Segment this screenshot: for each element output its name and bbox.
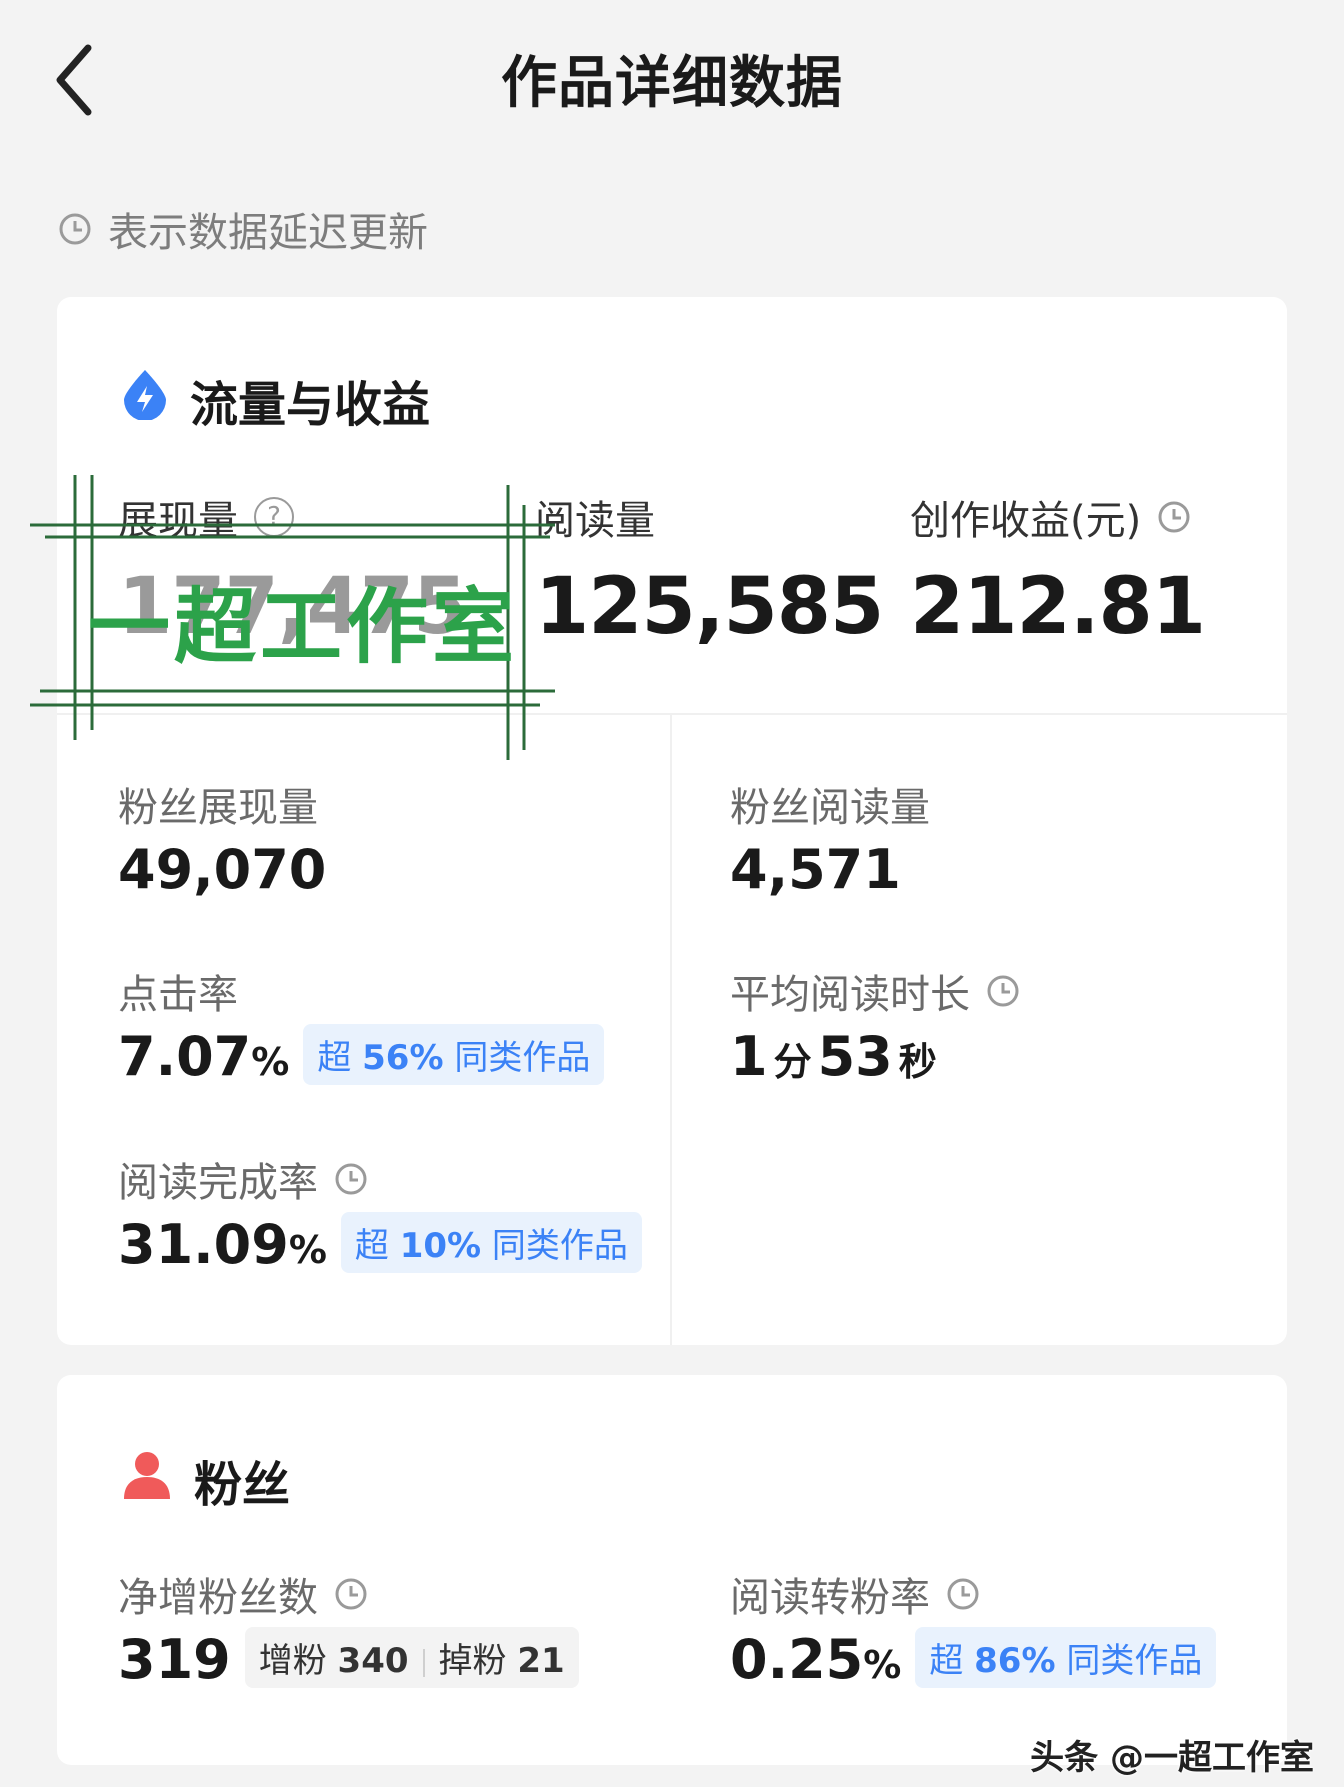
conversion-label: 阅读转粉率 <box>730 1565 980 1623</box>
question-circle-icon[interactable]: ? <box>254 497 294 537</box>
ctr-rank-badge: 超 56% 同类作品 <box>303 1024 605 1085</box>
conversion-rank-badge: 超 86% 同类作品 <box>915 1627 1217 1688</box>
revenue-label: 创作收益(元) <box>910 488 1191 546</box>
fan-reads-value: 4,571 <box>730 838 901 901</box>
gain-loss-badge: 增粉 340 掉粉 21 <box>244 1627 579 1688</box>
revenue-value: 212.81 <box>910 562 1206 652</box>
clock-icon <box>58 212 92 246</box>
delay-notice: 表示数据延迟更新 <box>58 200 428 258</box>
net-gain-value: 319 增粉 340 掉粉 21 <box>118 1627 579 1694</box>
clock-icon <box>946 1577 980 1611</box>
delay-notice-text: 表示数据延迟更新 <box>108 210 428 256</box>
completion-value: 31.09% 超 10% 同类作品 <box>118 1212 642 1279</box>
fan-impressions-label: 粉丝展现量 <box>118 785 318 831</box>
traffic-section-title: 流量与收益 <box>120 365 430 435</box>
clock-icon <box>334 1162 368 1196</box>
fans-section-title: 粉丝 <box>120 1445 290 1515</box>
page-title: 作品详细数据 <box>501 51 843 116</box>
reads-value: 125,585 <box>535 562 884 652</box>
avg-time-label: 平均阅读时长 <box>730 962 1020 1020</box>
person-icon <box>120 1447 174 1513</box>
completion-rank-badge: 超 10% 同类作品 <box>340 1212 642 1273</box>
fan-reads-label: 粉丝阅读量 <box>730 785 930 831</box>
clock-icon <box>1157 500 1191 534</box>
clock-icon <box>334 1577 368 1611</box>
fan-impressions-value: 49,070 <box>118 838 327 901</box>
impressions-value: 177,475 <box>118 562 467 652</box>
avg-time-value: 1 分 53 秒 <box>730 1025 937 1088</box>
lightning-drop-icon <box>120 368 170 432</box>
reads-label: 阅读量 <box>535 498 655 544</box>
completion-label: 阅读完成率 <box>118 1150 368 1208</box>
divider <box>57 713 1287 715</box>
net-gain-label: 净增粉丝数 <box>118 1565 368 1623</box>
clock-icon <box>986 974 1020 1008</box>
divider <box>670 715 672 1345</box>
ctr-label: 点击率 <box>118 972 238 1018</box>
footer-watermark: 头条 @一超工作室 <box>1030 1738 1314 1778</box>
ctr-value: 7.07% 超 56% 同类作品 <box>118 1024 605 1091</box>
impressions-label: 展现量 ? <box>118 488 294 546</box>
conversion-value: 0.25% 超 86% 同类作品 <box>730 1627 1217 1694</box>
